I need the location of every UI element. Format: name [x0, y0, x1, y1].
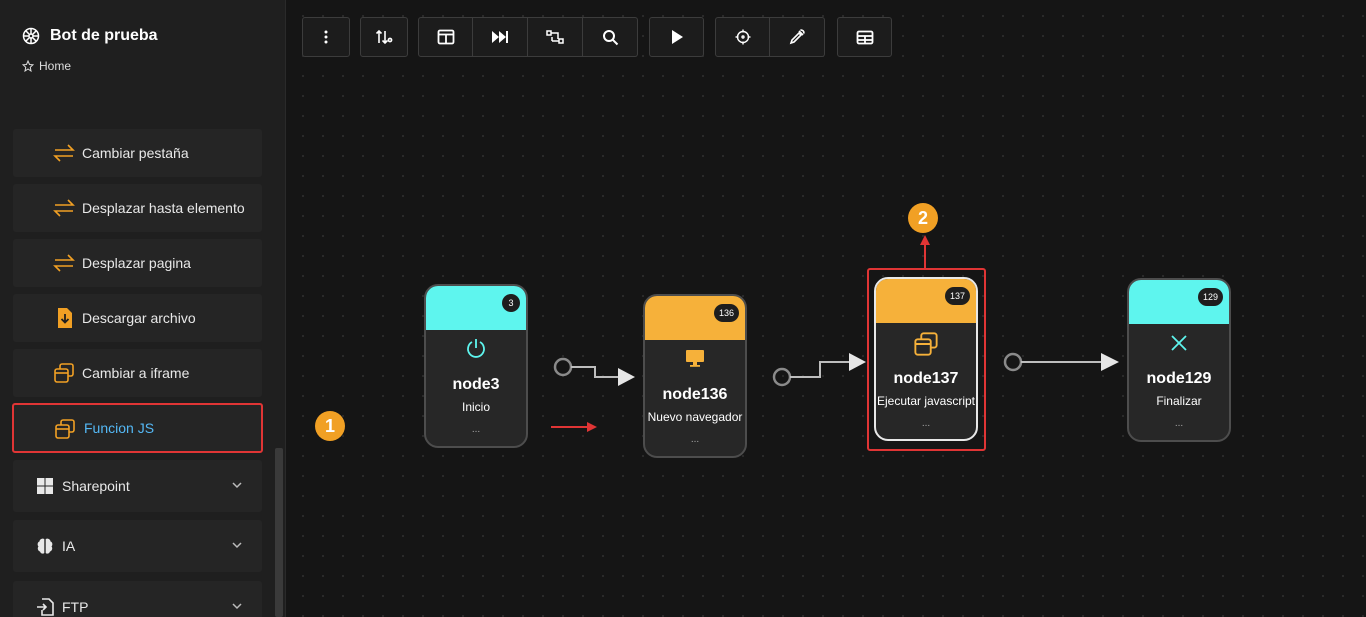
sidebar: Bot de prueba Home Cambiar pestaña Despl…	[0, 0, 286, 617]
node-id-badge: 137	[944, 287, 970, 305]
sidebar-item-label: Cambiar a iframe	[82, 365, 190, 381]
sidebar-item-desplazar-hasta-elemento[interactable]: Desplazar hasta elemento	[13, 184, 262, 232]
iframe-icon	[55, 419, 75, 439]
breadcrumb-home[interactable]: Home	[22, 59, 71, 73]
node-more: ...	[1174, 418, 1184, 429]
node-subtitle: Inicio	[461, 400, 490, 414]
sidebar-item-descargar-archivo[interactable]: Descargar archivo	[13, 294, 262, 342]
star-icon	[22, 60, 34, 72]
sidebar-group-sharepoint[interactable]: Sharepoint	[13, 460, 262, 512]
sidebar-group-label: IA	[62, 538, 76, 554]
file-download-icon	[58, 308, 72, 328]
app-brand[interactable]: Bot de prueba	[22, 27, 158, 45]
sidebar-group-ftp[interactable]: FTP	[13, 581, 262, 617]
node-more: ...	[921, 418, 931, 429]
sidebar-item-label: Desplazar pagina	[82, 255, 191, 271]
flow-node-node3[interactable]: 3 node3 Inicio ...	[424, 284, 528, 448]
iframe-icon	[914, 332, 938, 356]
power-icon	[467, 339, 485, 358]
node-more: ...	[690, 434, 700, 445]
annotation-callout-1: 1	[315, 411, 345, 441]
sidebar-item-label: Cambiar pestaña	[82, 145, 189, 161]
node-name: node137	[893, 370, 959, 387]
node-id-badge: 3	[502, 294, 520, 312]
edge-node136-node137	[772, 353, 866, 387]
windows-icon	[37, 478, 53, 494]
node-id-badge: 129	[1197, 288, 1223, 306]
x-icon	[1171, 335, 1187, 351]
swap-arrows-icon	[53, 144, 75, 162]
flow-node-node137[interactable]: 137 node137 Ejecutar javascript ...	[874, 277, 978, 441]
sidebar-item-funcion-js[interactable]: Funcion JS	[12, 403, 263, 453]
edge-node3-node136	[553, 357, 635, 386]
sidebar-item-desplazar-pagina[interactable]: Desplazar pagina	[13, 239, 262, 287]
chevron-down-icon	[232, 482, 242, 489]
iframe-icon	[54, 363, 74, 383]
app-title: Bot de prueba	[50, 27, 158, 44]
sidebar-group-label: Sharepoint	[62, 478, 130, 494]
brain-icon	[37, 538, 53, 554]
chevron-down-icon	[232, 603, 242, 610]
edge-node137-node129	[1003, 352, 1119, 372]
annotation-callout-2: 2	[908, 203, 938, 233]
node-name: node136	[662, 386, 728, 403]
node-id-badge: 136	[713, 304, 739, 322]
node-subtitle: Nuevo navegador	[647, 410, 743, 424]
sidebar-group-label: FTP	[62, 599, 89, 615]
swap-arrows-icon	[53, 199, 75, 217]
monitor-icon	[686, 350, 704, 367]
node-more: ...	[471, 424, 481, 435]
sidebar-item-cambiar-pestana[interactable]: Cambiar pestaña	[13, 129, 262, 177]
file-import-icon	[37, 598, 54, 616]
chevron-down-icon	[232, 542, 242, 549]
sidebar-group-ia[interactable]: IA	[13, 520, 262, 572]
node-name: node3	[452, 376, 500, 393]
annotation-arrow-1	[551, 422, 597, 432]
flow-canvas[interactable]: 3 node3 Inicio ... 136 node136 Nuevo nav…	[287, 0, 1366, 617]
sidebar-item-label: Descargar archivo	[82, 310, 196, 326]
sidebar-item-label: Desplazar hasta elemento	[82, 200, 245, 216]
sidebar-item-cambiar-a-iframe[interactable]: Cambiar a iframe	[13, 349, 262, 397]
swap-arrows-icon	[53, 254, 75, 272]
annotation-arrow-2	[920, 235, 930, 268]
sidebar-item-label: Funcion JS	[84, 420, 155, 436]
flow-node-node136[interactable]: 136 node136 Nuevo navegador ...	[643, 294, 747, 458]
flow-node-node129[interactable]: 129 node129 Finalizar ...	[1127, 278, 1231, 442]
steering-wheel-icon	[22, 27, 40, 45]
node-subtitle: Ejecutar javascript	[876, 394, 976, 408]
home-label: Home	[39, 59, 72, 73]
node-name: node129	[1146, 370, 1212, 387]
node-subtitle: Finalizar	[1156, 394, 1202, 408]
sidebar-scrollbar[interactable]	[275, 448, 283, 617]
